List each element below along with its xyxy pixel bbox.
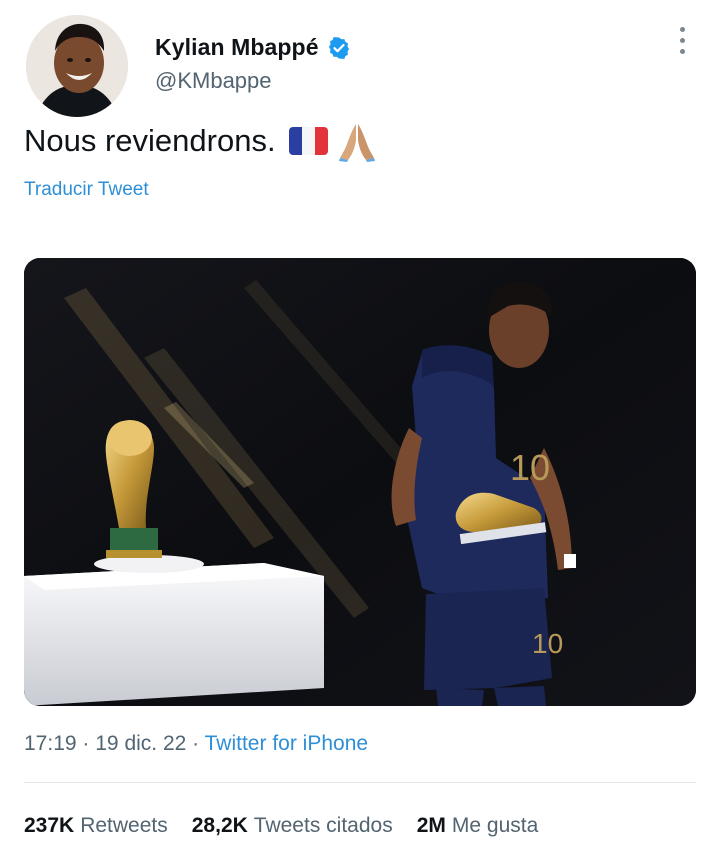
tweet-text: Nous reviendrons.	[24, 120, 378, 162]
france-flag-icon	[288, 127, 328, 155]
quote-tweets-count: 28,2K	[191, 814, 248, 837]
quote-tweets-stat[interactable]: 28,2K Tweets citados	[192, 814, 393, 838]
verified-badge-icon	[328, 36, 349, 59]
meta-separator: ·	[82, 732, 90, 755]
tweet-source-link[interactable]: Twitter for iPhone	[205, 732, 368, 755]
retweets-label: Retweets	[80, 814, 168, 837]
meta-separator: ·	[192, 732, 200, 755]
folded-hands-icon	[338, 124, 375, 162]
author-display-name[interactable]: Kylian Mbappé	[155, 34, 319, 61]
profile-photo-icon	[26, 15, 128, 117]
player-trophy-photo-icon: 10 10	[24, 258, 696, 706]
divider	[24, 782, 696, 783]
tweet-date[interactable]: 19 dic. 22	[95, 732, 186, 755]
svg-text:10: 10	[532, 628, 563, 659]
likes-stat[interactable]: 2M Me gusta	[417, 814, 539, 838]
tweet-header: Kylian Mbappé @KMbappe	[24, 12, 696, 122]
retweets-stat[interactable]: 237K Retweets	[24, 814, 168, 838]
retweets-count: 237K	[24, 814, 75, 837]
author-handle[interactable]: @KMbappe	[155, 68, 272, 94]
tweet-photo[interactable]: 10 10	[24, 258, 696, 706]
tweet-stats: 237K Retweets 28,2K Tweets citados 2M Me gu…	[24, 814, 538, 838]
more-options-icon[interactable]	[676, 24, 688, 56]
tweet-time[interactable]: 17:19	[24, 732, 77, 755]
tweet-body: Nous reviendrons.	[24, 123, 276, 158]
author-name-row[interactable]: Kylian Mbappé	[155, 34, 351, 61]
likes-count: 2M	[416, 814, 446, 837]
avatar[interactable]	[26, 15, 128, 117]
tweet-meta: 17:19 · 19 dic. 22 · Twitter for iPhone	[24, 732, 368, 756]
quote-tweets-label: Tweets citados	[253, 814, 393, 837]
svg-text:10: 10	[510, 447, 550, 488]
translate-tweet-link[interactable]: Traducir Tweet	[24, 179, 149, 201]
likes-label: Me gusta	[451, 814, 539, 837]
